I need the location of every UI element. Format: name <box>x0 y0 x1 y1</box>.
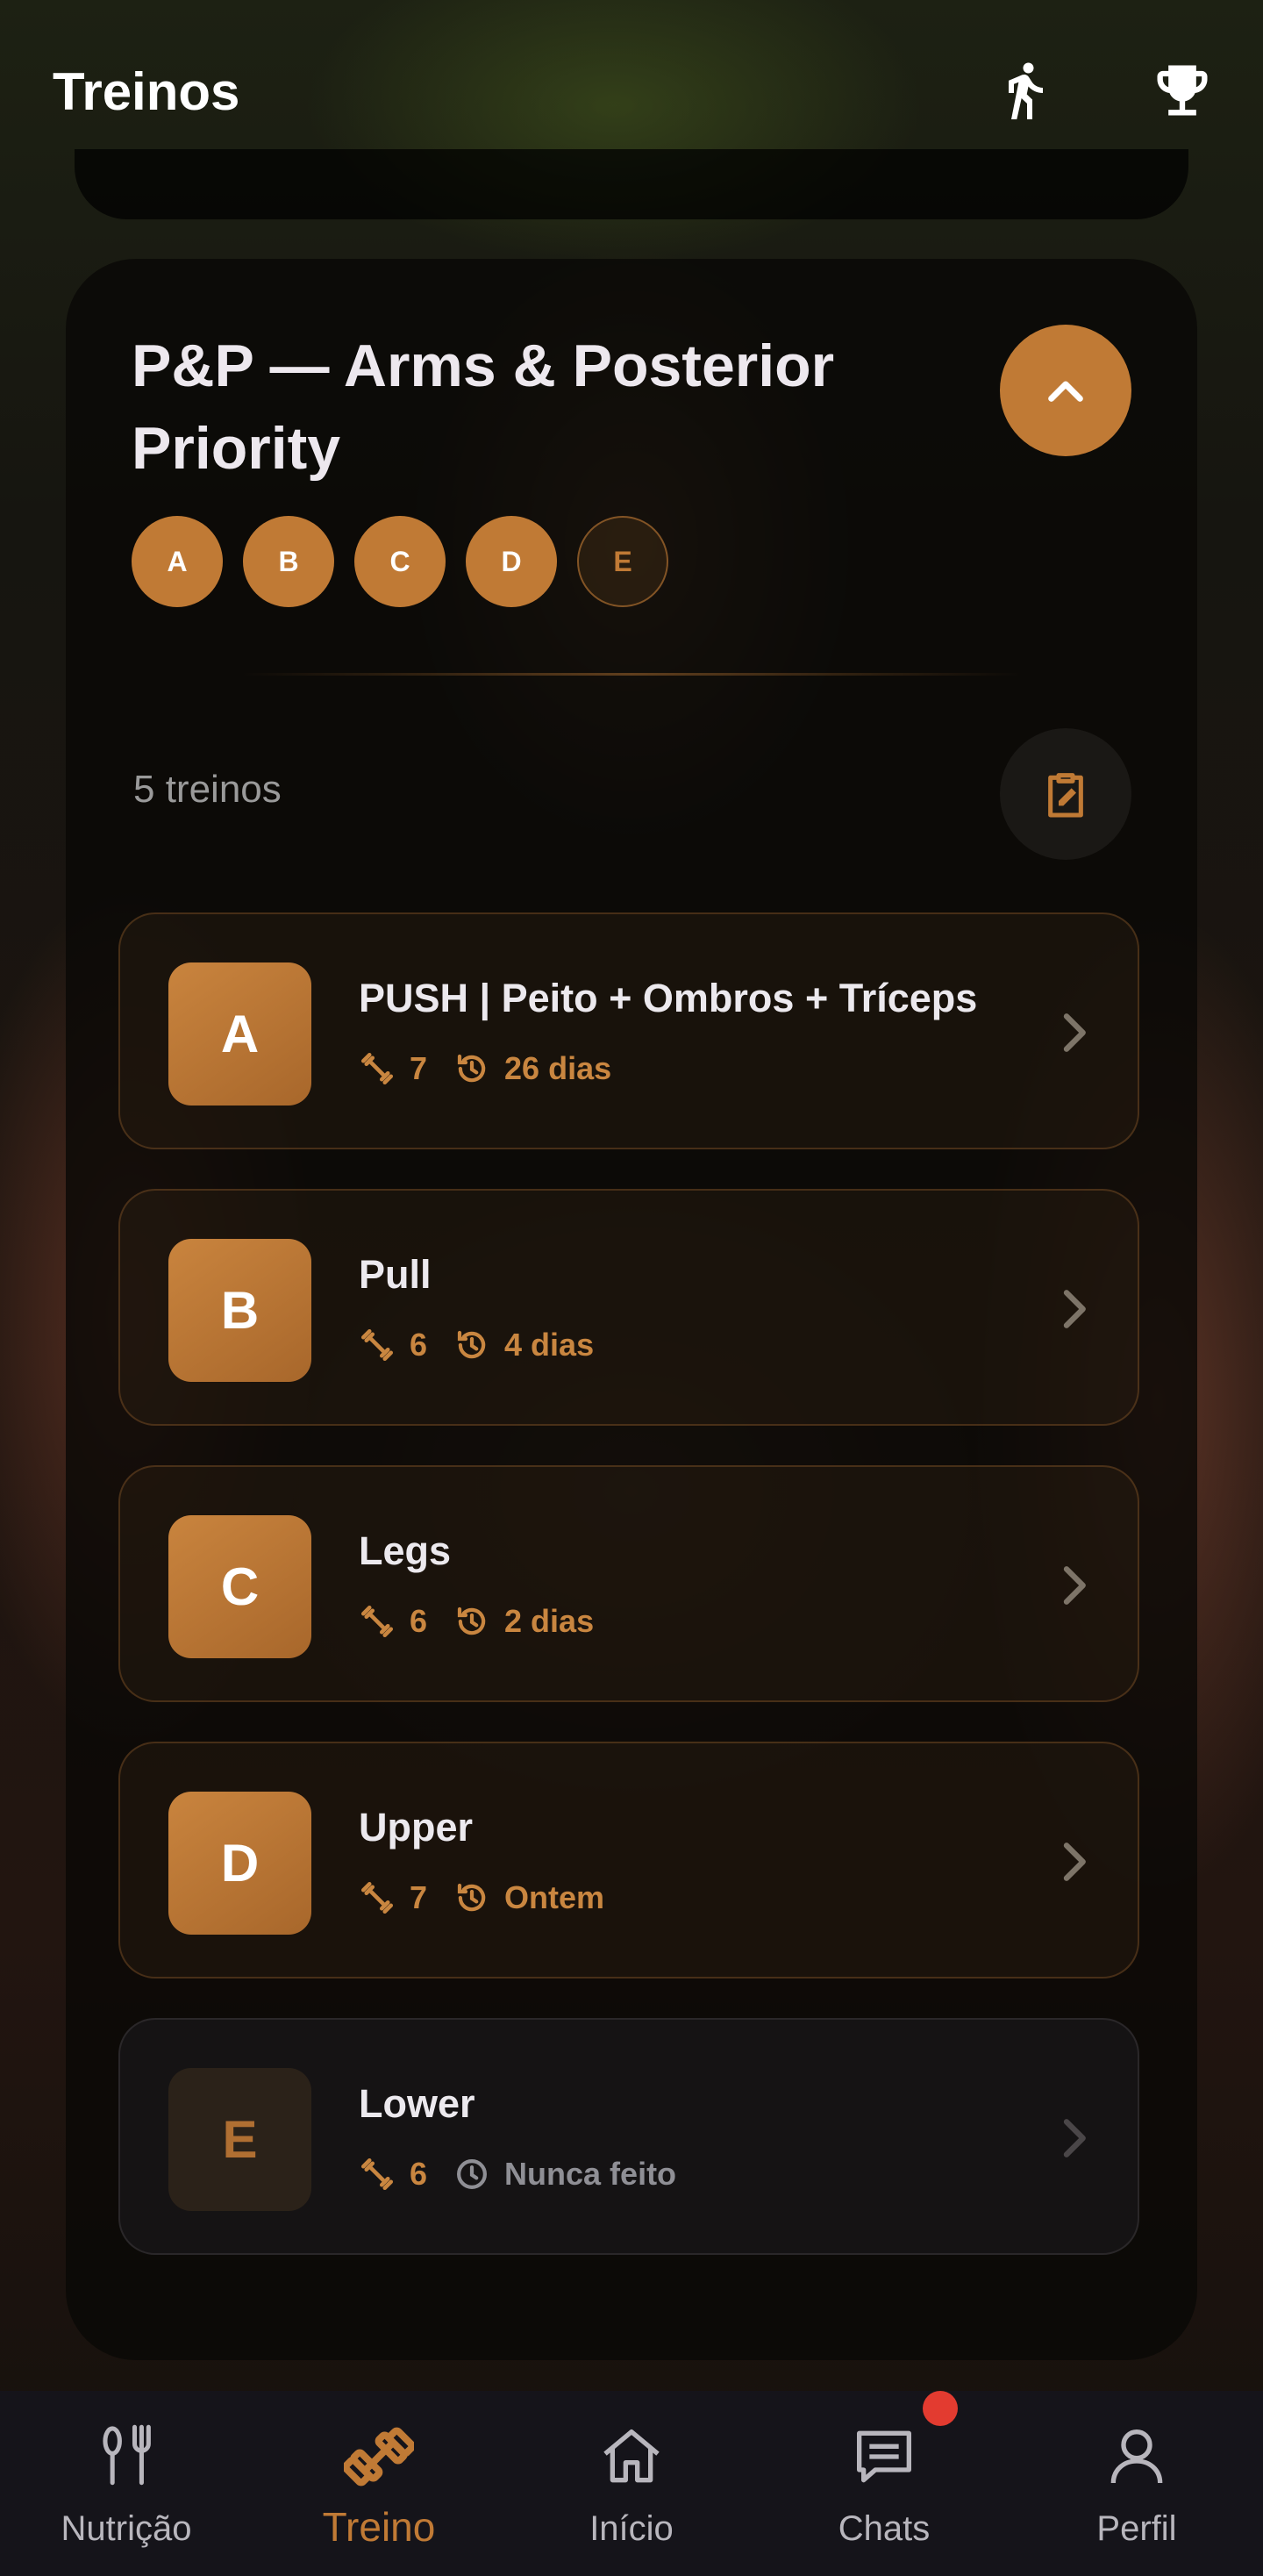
workout-badge: C <box>168 1515 311 1658</box>
exercise-count: 7 <box>410 1879 428 1915</box>
nav-chats[interactable]: Chats <box>758 2391 1010 2576</box>
chip-e[interactable]: E <box>577 516 668 607</box>
workout-name: PUSH | Peito + Ombros + Tríceps <box>359 976 978 1020</box>
last-done: 2 dias <box>504 1603 595 1639</box>
workout-meta: 6 2 dias <box>359 1603 594 1640</box>
last-done: Nunca feito <box>504 2156 677 2192</box>
exercise-icon <box>360 1605 394 1638</box>
nav-nutricao[interactable]: Nutrição <box>0 2391 253 2576</box>
exercise-icon <box>360 2157 394 2191</box>
workout-meta: 7 Ontem <box>359 1879 604 1916</box>
workout-count: 5 treinos <box>133 768 282 811</box>
nav-treino[interactable]: Treino <box>253 2391 505 2576</box>
utensils-icon <box>103 2424 151 2486</box>
nav-label: Treino <box>322 2504 436 2550</box>
plan-panel: P&P — Arms & Posterior Priority A B C D … <box>66 259 1197 2360</box>
nav-label: Nutrição <box>61 2509 192 2548</box>
exercise-count: 6 <box>410 1327 428 1363</box>
chat-icon <box>857 2430 911 2483</box>
history-icon <box>457 1606 486 1635</box>
trophy-button[interactable] <box>1145 53 1220 128</box>
exercise-icon <box>360 1328 394 1362</box>
workout-badge: A <box>168 962 311 1106</box>
last-done: Ontem <box>504 1879 605 1915</box>
history-icon <box>457 1883 486 1912</box>
last-done: 4 dias <box>504 1327 595 1363</box>
workout-name: Pull <box>359 1252 432 1297</box>
nav-perfil[interactable]: Perfil <box>1010 2391 1263 2576</box>
chevron-right-icon <box>1063 1843 1086 1881</box>
history-icon <box>457 1054 486 1083</box>
workout-meta: 6 4 dias <box>359 1327 594 1363</box>
running-button[interactable] <box>987 53 1062 128</box>
trophy-icon <box>1157 65 1208 116</box>
previous-card-edge <box>75 149 1188 219</box>
workout-badge: D <box>168 1792 311 1935</box>
nav-label: Perfil <box>1096 2509 1177 2548</box>
workout-card-b[interactable]: B Pull 6 4 dias <box>118 1189 1139 1426</box>
exercise-count: 6 <box>410 1603 428 1639</box>
profile-icon <box>1110 2429 1163 2484</box>
workout-name: Lower <box>359 2081 475 2126</box>
collapse-button[interactable] <box>1000 325 1131 456</box>
exercise-count: 7 <box>410 1050 428 1086</box>
workout-name: Legs <box>359 1528 452 1573</box>
workout-meta: 7 26 dias <box>359 1050 611 1087</box>
chip-d[interactable]: D <box>466 516 557 607</box>
chevron-right-icon <box>1063 1566 1086 1605</box>
exercise-icon <box>360 1881 394 1914</box>
bottom-nav: Nutrição Treino Início Chats Perfil <box>0 2391 1263 2576</box>
nav-label: Chats <box>838 2509 931 2548</box>
clock-icon <box>457 2159 488 2189</box>
nav-label: Início <box>589 2509 674 2548</box>
workout-card-c[interactable]: C Legs 6 2 dias <box>118 1465 1139 1702</box>
workout-chips: A B C D E <box>132 516 668 607</box>
chip-a[interactable]: A <box>132 516 223 607</box>
page-title: Treinos <box>53 62 240 121</box>
chip-c[interactable]: C <box>354 516 446 607</box>
workout-badge: B <box>168 1239 311 1382</box>
exercise-icon <box>360 1052 394 1085</box>
chip-b[interactable]: B <box>243 516 334 607</box>
workout-card-d[interactable]: D Upper 7 Ontem <box>118 1742 1139 1979</box>
exercise-count: 6 <box>410 2156 428 2192</box>
chevron-right-icon <box>1063 1290 1086 1328</box>
running-icon <box>1009 62 1043 119</box>
divider <box>241 673 1022 676</box>
workout-meta: 6 Nunca feito <box>359 2156 676 2193</box>
history-icon <box>457 1330 486 1359</box>
notification-dot <box>923 2391 958 2426</box>
chevron-right-icon <box>1063 1013 1086 1052</box>
chevron-right-icon <box>1063 2119 1086 2157</box>
workout-card-e[interactable]: E Lower 6 Nunca feito <box>118 2018 1139 2255</box>
chevron-up-icon <box>1048 381 1083 402</box>
workout-card-a[interactable]: A PUSH | Peito + Ombros + Tríceps 7 26 d… <box>118 912 1139 1149</box>
edit-plan-button[interactable] <box>1000 728 1131 860</box>
nav-inicio[interactable]: Início <box>505 2391 758 2576</box>
workout-name: Upper <box>359 1805 474 1850</box>
clipboard-edit-icon <box>1048 773 1083 818</box>
home-icon <box>603 2429 660 2483</box>
plan-title: P&P — Arms & Posterior Priority <box>132 333 835 482</box>
workout-badge: E <box>168 2068 311 2211</box>
dumbbell-icon <box>344 2427 414 2487</box>
last-done: 26 dias <box>504 1050 612 1086</box>
